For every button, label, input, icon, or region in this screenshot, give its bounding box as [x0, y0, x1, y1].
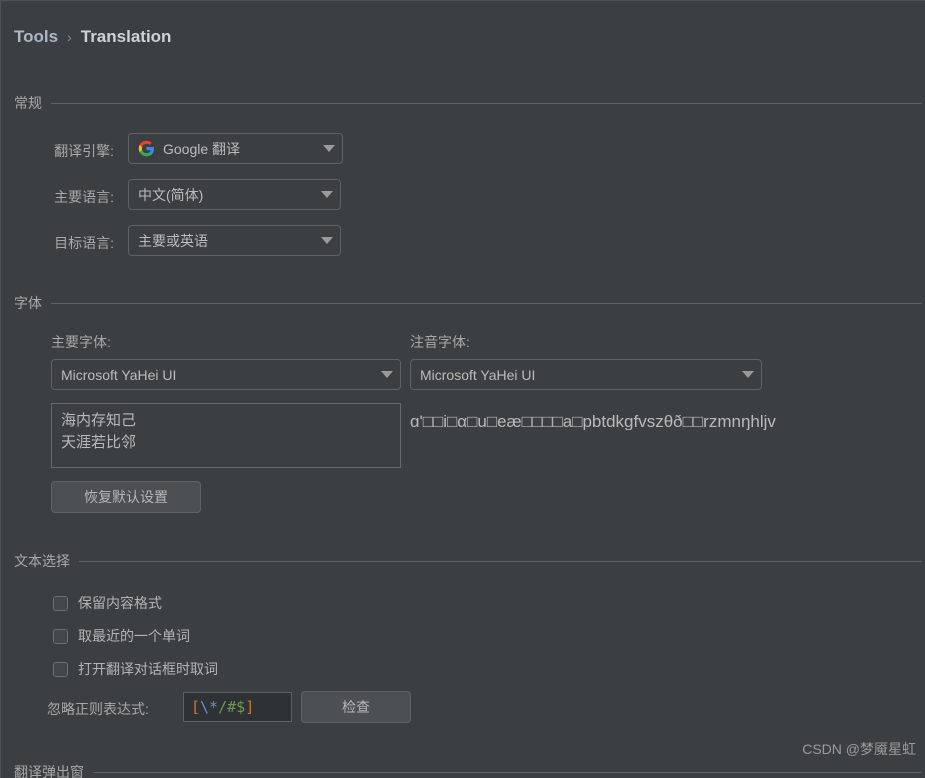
regex-token-2: /#$: [218, 698, 246, 716]
label-translation-engine: 翻译引擎:: [54, 143, 114, 159]
section-rule-text-selection: [79, 560, 922, 562]
chevron-down-icon-target-language[interactable]: [314, 226, 340, 255]
label-primary-language: 主要语言:: [54, 189, 114, 205]
combo-primary-language[interactable]: 中文(简体): [128, 179, 341, 210]
section-rule-font: [51, 302, 922, 304]
regex-token-1: \*: [200, 698, 219, 716]
checkbox-row-keep-format[interactable]: 保留内容格式: [53, 593, 162, 613]
checkbox-label-take-word-on-dialog: 打开翻译对话框时取词: [78, 661, 218, 677]
breadcrumb-root[interactable]: Tools: [14, 27, 58, 47]
chevron-right-icon: ›: [67, 29, 72, 45]
combo-value-primary-font: Microsoft YaHei UI: [61, 366, 177, 383]
breadcrumb-leaf: Translation: [80, 27, 172, 46]
combo-primary-font[interactable]: Microsoft YaHei UI: [51, 359, 401, 390]
section-header-font: 字体: [14, 293, 922, 313]
chevron-down-icon-phonetic-font[interactable]: [735, 360, 761, 389]
section-label-general: 常规: [14, 95, 42, 111]
checkbox-label-nearest-word: 取最近的一个单词: [78, 628, 190, 644]
section-header-text-selection: 文本选择: [14, 551, 922, 571]
watermark: CSDN @梦魇星虹: [802, 741, 916, 757]
preview-phonetic-font: ɑ'□□i□α□u□eæ□□□□a□pbtdkgfvszθð□□rzmnŋhlj…: [410, 413, 776, 430]
chevron-down-icon-engine[interactable]: [316, 134, 342, 163]
combo-target-language[interactable]: 主要或英语: [128, 225, 341, 256]
label-ignore-regex: 忽略正则表达式:: [47, 701, 149, 717]
section-label-text-selection: 文本选择: [14, 553, 70, 569]
preview-primary-font: 海内存知己 天涯若比邻: [51, 403, 401, 468]
check-regex-button[interactable]: 检查: [301, 691, 411, 723]
chevron-down-icon-primary-font[interactable]: [374, 360, 400, 389]
restore-defaults-button[interactable]: 恢复默认设置: [51, 481, 201, 513]
combo-value-translation-engine: Google 翻译: [163, 140, 241, 157]
section-rule-general: [51, 102, 922, 104]
label-target-language: 目标语言:: [54, 235, 114, 251]
checkbox-take-word-on-dialog[interactable]: [53, 661, 68, 677]
combo-value-phonetic-font: Microsoft YaHei UI: [420, 366, 536, 383]
section-label-font: 字体: [14, 295, 42, 311]
input-ignore-regex[interactable]: [ \* /#$ ]: [183, 692, 292, 722]
section-header-translation-popup: 翻译弹出窗: [14, 762, 922, 778]
checkbox-keep-format[interactable]: [53, 595, 68, 611]
label-phonetic-font: 注音字体:: [410, 334, 470, 350]
checkbox-label-keep-format: 保留内容格式: [78, 595, 162, 611]
combo-value-target-language: 主要或英语: [138, 232, 208, 249]
regex-token-0: [: [191, 698, 201, 716]
google-logo-icon: [138, 140, 155, 157]
checkbox-nearest-word[interactable]: [53, 628, 68, 644]
settings-page: Tools › Translation 常规 翻译引擎: Google 翻译 主…: [0, 0, 925, 778]
section-rule-translation-popup: [93, 771, 922, 773]
combo-translation-engine[interactable]: Google 翻译: [128, 133, 343, 164]
combo-value-primary-language: 中文(简体): [138, 186, 204, 203]
breadcrumb: Tools › Translation: [14, 27, 171, 47]
regex-token-3: ]: [245, 698, 255, 716]
checkbox-row-take-word-on-dialog[interactable]: 打开翻译对话框时取词: [53, 659, 218, 679]
combo-phonetic-font[interactable]: Microsoft YaHei UI: [410, 359, 762, 390]
checkbox-row-nearest-word[interactable]: 取最近的一个单词: [53, 626, 190, 646]
chevron-down-icon-primary-language[interactable]: [314, 180, 340, 209]
section-label-translation-popup: 翻译弹出窗: [14, 764, 84, 778]
section-header-general: 常规: [14, 93, 922, 113]
label-primary-font: 主要字体:: [51, 334, 111, 350]
